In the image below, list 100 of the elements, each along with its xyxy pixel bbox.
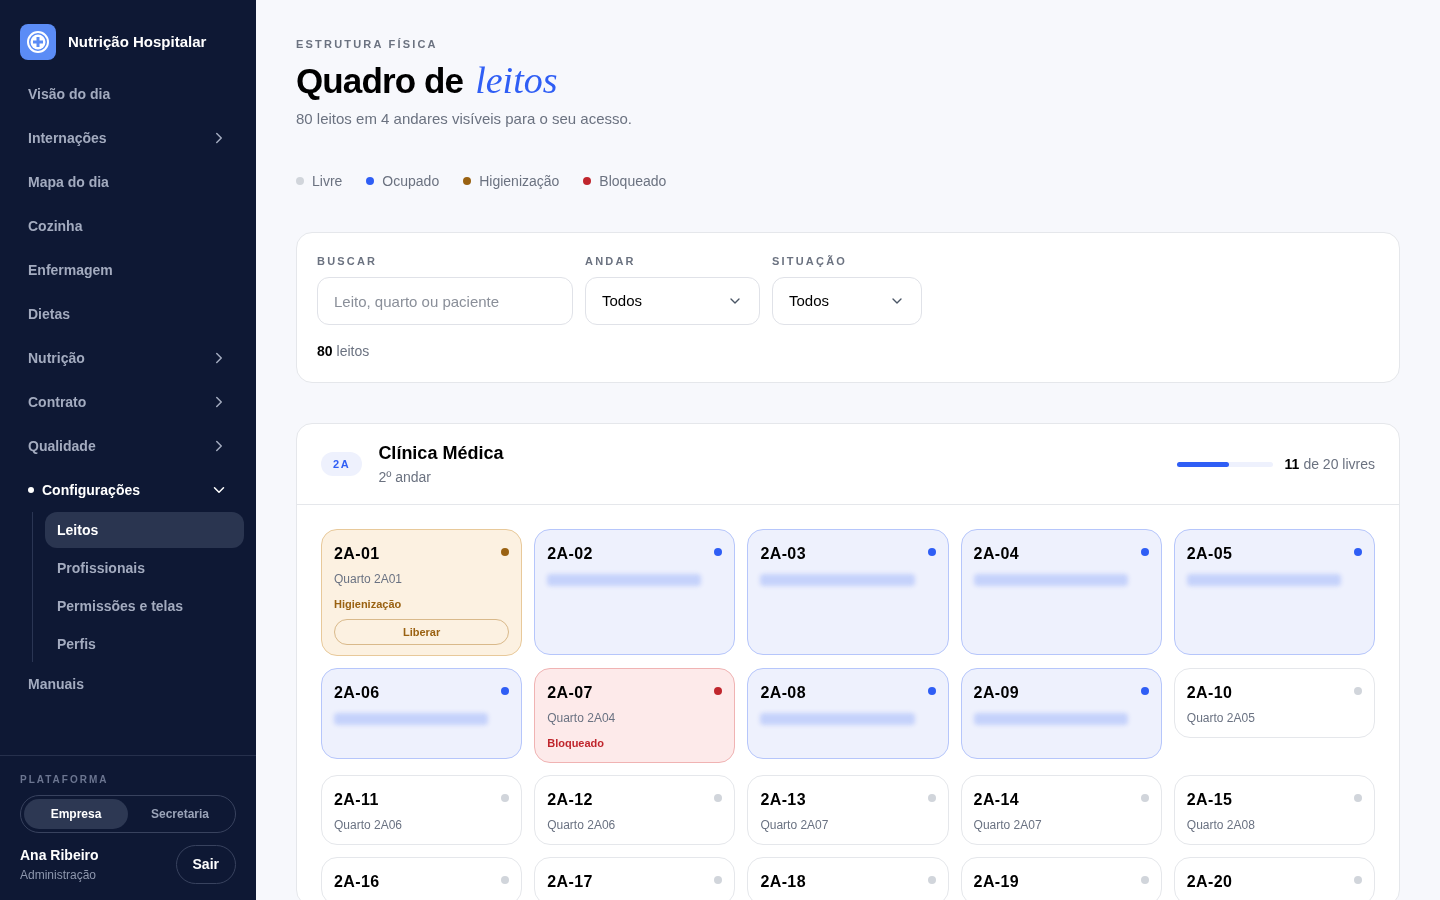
bed-card[interactable]: 2A-04 <box>960 529 1162 655</box>
bed-card[interactable]: 2A-13 Quarto 2A07 <box>747 774 949 845</box>
bed-card[interactable]: 2A-05 <box>1173 529 1375 655</box>
legend-label: Livre <box>312 171 343 191</box>
result-count: 80 <box>317 342 333 361</box>
bed-code: 2A-04 <box>973 544 1020 564</box>
bed-code: 2A-12 <box>547 789 593 810</box>
medical-cross-logo-icon <box>20 24 56 60</box>
field-label: SITUAÇÃO <box>772 253 849 269</box>
page-title: Quadro de <box>296 59 464 102</box>
bed-card[interactable]: 2A-14 Quarto 2A07 <box>960 774 1162 845</box>
platform-option[interactable]: Secretaria <box>128 799 232 829</box>
search-field[interactable]: Leito, quarto ou paciente <box>317 277 573 325</box>
eyebrow: ESTRUTURA FÍSICA <box>296 37 439 52</box>
bed-code: 2A-20 <box>1186 871 1233 892</box>
bed-card[interactable]: 2A-09 <box>960 668 1162 759</box>
floor-name: Clínica Médica <box>378 442 504 465</box>
result-count-label: leitos <box>336 342 370 361</box>
room-label: Quarto 2A08 <box>1186 816 1256 834</box>
nav-label: Mapa do dia <box>28 172 109 192</box>
page-title-accent: leitos <box>475 57 558 103</box>
status-select[interactable]: Todos <box>772 277 922 325</box>
bed-code: 2A-17 <box>547 871 593 892</box>
bed-card[interactable]: 2A-07 Quarto 2A04 Bloqueado <box>534 668 736 763</box>
bed-card[interactable]: 2A-15 Quarto 2A08 <box>1173 774 1375 845</box>
bed-code: 2A-02 <box>547 544 593 564</box>
section-label: PLATAFORMA <box>20 773 110 787</box>
bed-code: 2A-16 <box>334 871 380 892</box>
nav-item[interactable]: Dietas <box>12 292 244 336</box>
bed-code: 2A-14 <box>973 789 1020 810</box>
platform-option[interactable]: Empresa <box>24 799 128 829</box>
subnav-item[interactable]: Leitos <box>45 512 244 548</box>
room-label: Quarto 2A07 <box>760 816 830 834</box>
field-label: BUSCAR <box>317 253 379 269</box>
bed-code: 2A-10 <box>1186 683 1233 703</box>
nav-label: Contrato <box>28 392 87 412</box>
legend-label: Bloqueado <box>599 171 667 191</box>
bed-card[interactable]: 2A-10 Quarto 2A05 <box>1173 668 1375 738</box>
bed-card[interactable]: 2A-12 Quarto 2A06 <box>534 774 736 845</box>
brand-name: Nutrição Hospitalar <box>68 31 207 52</box>
bed-card[interactable]: 2A-03 <box>747 529 949 655</box>
bed-code: 2A-03 <box>760 544 806 564</box>
bed-card[interactable]: 2A-18 <box>747 856 949 900</box>
bed-card[interactable]: 2A-17 <box>534 856 736 900</box>
field-label: ANDAR <box>585 253 637 269</box>
nav-label: Nutrição <box>28 348 85 368</box>
bed-card[interactable]: 2A-06 <box>321 668 523 759</box>
nav-label: Internações <box>28 128 107 148</box>
nav-item[interactable]: Qualidade <box>12 424 244 468</box>
legend-label: Ocupado <box>382 171 440 191</box>
page-subtitle: 80 leitos em 4 andares visíveis para o seu acesso. <box>296 109 633 129</box>
bed-card[interactable]: 2A-16 <box>321 856 523 900</box>
nav-label: Configurações <box>42 480 140 500</box>
bed-code: 2A-08 <box>760 683 806 703</box>
bed-card[interactable]: 2A-11 Quarto 2A06 <box>321 774 523 845</box>
bed-card[interactable]: 2A-19 <box>960 856 1162 900</box>
room-label: Quarto 2A06 <box>334 816 404 834</box>
floor-badge: 2A <box>321 451 363 477</box>
user-role: Administração <box>20 867 98 884</box>
nav-item[interactable]: Cozinha <box>12 204 244 248</box>
room-label: Quarto 2A05 <box>1186 710 1256 727</box>
bed-code: 2A-01 <box>334 544 380 564</box>
subnav-item[interactable]: Permissões e telas <box>45 588 244 624</box>
nav-item[interactable]: Mapa do dia <box>12 160 244 204</box>
subnav-item[interactable]: Perfis <box>45 626 244 662</box>
nav-label: Visão do dia <box>28 84 111 104</box>
legend-label: Higienização <box>479 171 560 191</box>
room-label: Quarto 2A04 <box>547 710 617 727</box>
nav-label: Qualidade <box>28 436 96 456</box>
bed-card[interactable]: 2A-08 <box>747 668 949 759</box>
room-label: Quarto 2A01 <box>334 571 404 588</box>
nav-item[interactable]: Manuais <box>12 662 244 706</box>
nav-item[interactable]: Internações <box>12 116 244 160</box>
nav-label: Manuais <box>28 674 84 694</box>
free-label: de 20 livres <box>1303 454 1375 474</box>
user-name: Ana Ribeiro <box>20 846 99 865</box>
bed-code: 2A-09 <box>973 683 1020 703</box>
bed-card[interactable]: 2A-20 <box>1173 856 1375 900</box>
subnav-item[interactable]: Profissionais <box>45 550 244 586</box>
bed-card[interactable]: 2A-01 Quarto 2A01 Higienização Liberar <box>321 529 523 656</box>
nav-item[interactable]: Configurações <box>12 468 244 512</box>
bed-code: 2A-15 <box>1186 789 1233 810</box>
free-count: 11 <box>1284 454 1300 474</box>
room-label: Quarto 2A07 <box>973 816 1043 834</box>
nav-label: Cozinha <box>28 216 83 236</box>
nav-item[interactable]: Enfermagem <box>12 248 244 292</box>
room-label: Quarto 2A06 <box>547 816 617 834</box>
status-label: Bloqueado <box>547 736 606 751</box>
bed-code: 2A-07 <box>547 683 593 703</box>
bed-code: 2A-11 <box>334 789 379 810</box>
bed-code: 2A-18 <box>760 871 806 892</box>
bed-code: 2A-13 <box>760 789 806 810</box>
bed-card[interactable]: 2A-02 <box>534 529 736 655</box>
nav-label: Enfermagem <box>28 260 113 280</box>
bed-code: 2A-06 <box>334 683 380 703</box>
status-label: Higienização <box>334 597 403 612</box>
floor-select[interactable]: Todos <box>585 277 760 325</box>
nav-item[interactable]: Visão do dia <box>12 72 244 116</box>
nav-item[interactable]: Contrato <box>12 380 244 424</box>
nav-item[interactable]: Nutrição <box>12 336 244 380</box>
